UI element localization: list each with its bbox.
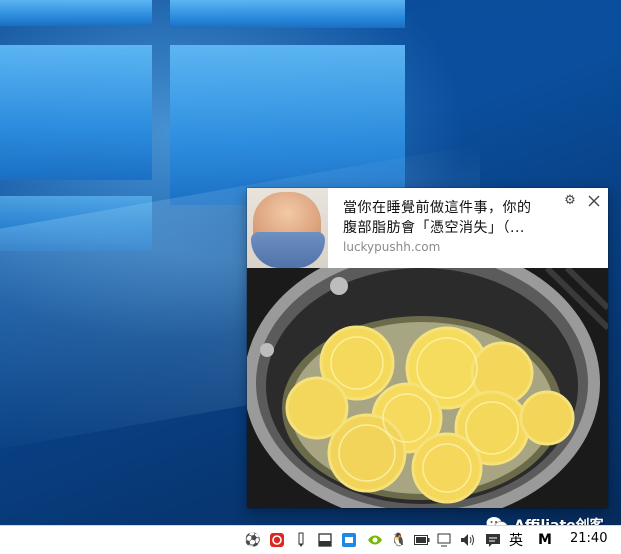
- battery-icon[interactable]: [413, 530, 431, 550]
- nvidia-icon[interactable]: [366, 530, 384, 550]
- netease-music-icon[interactable]: [268, 530, 286, 550]
- volume-icon[interactable]: [459, 530, 477, 550]
- notification-title[interactable]: 當你在睡覺前做這件事，你的腹部脂肪會「憑空消失」（...: [343, 198, 543, 238]
- pen-icon[interactable]: [292, 530, 310, 550]
- gear-icon[interactable]: ⚙: [563, 194, 577, 208]
- taskbar: ⚽ 🐧 英 M 21:40: [0, 525, 621, 554]
- ad-notification-popup[interactable]: 當你在睡覺前做這件事，你的腹部脂肪會「憑空消失」（... luckypushh.…: [247, 188, 608, 508]
- notification-thumbnail: [247, 188, 328, 268]
- thumbnail-briefs: [251, 232, 325, 268]
- notification-hero-image[interactable]: [247, 268, 608, 508]
- camera-icon[interactable]: [340, 530, 358, 550]
- wallpaper-pane-top-left: [0, 0, 152, 26]
- qq-penguin-icon[interactable]: 🐧: [390, 530, 408, 550]
- action-center-icon[interactable]: [484, 530, 502, 550]
- network-icon[interactable]: [436, 530, 454, 550]
- wallpaper-pane-top-right: [170, 0, 405, 28]
- close-icon[interactable]: [586, 193, 602, 209]
- taskbar-clock[interactable]: 21:40: [570, 531, 607, 546]
- lemon-pot-illustration: [247, 268, 608, 508]
- m-tray-icon[interactable]: M: [536, 530, 554, 550]
- window-icon[interactable]: [316, 530, 334, 550]
- wallpaper-pane-mid-left: [0, 45, 152, 180]
- soccer-ball-icon[interactable]: ⚽: [244, 530, 262, 550]
- ime-language-indicator[interactable]: 英: [507, 530, 525, 550]
- notification-source: luckypushh.com: [343, 240, 441, 254]
